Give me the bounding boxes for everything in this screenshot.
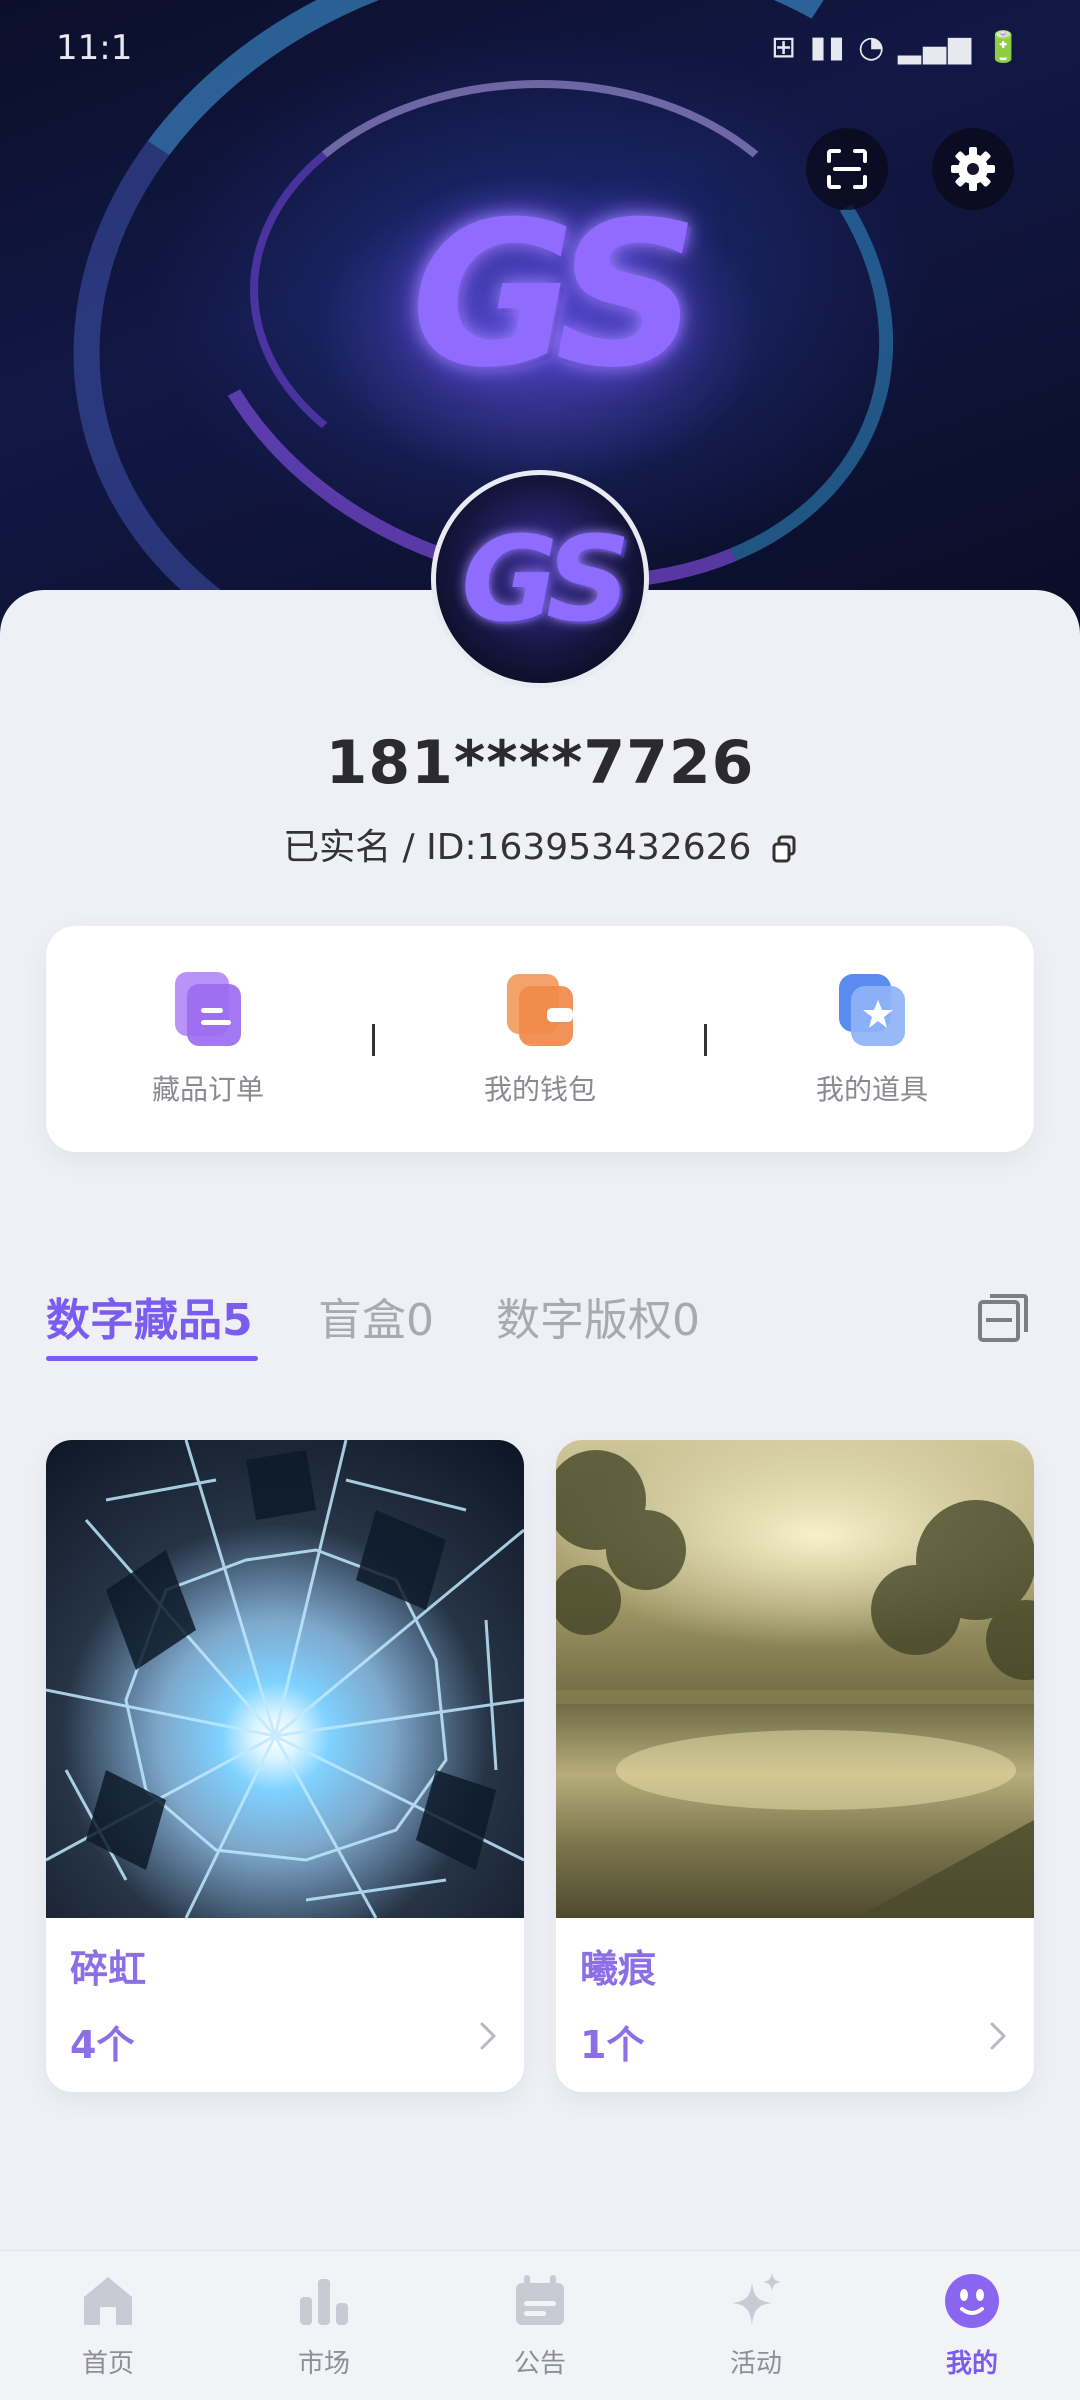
collection-count: 4个 — [70, 2023, 135, 2067]
status-icons: ⊞ ▮▮ ◔ ▂▄▆ 🔋 — [770, 30, 1024, 65]
scan-icon — [827, 149, 867, 189]
nav-notice-label: 公告 — [513, 2349, 566, 2379]
collection-title: 曦痕 — [580, 1947, 657, 1991]
divider — [704, 1024, 707, 1056]
scan-button[interactable] — [806, 128, 888, 210]
divider — [372, 1024, 375, 1056]
props-icon — [835, 970, 909, 1050]
nav-home-label: 首页 — [81, 2349, 134, 2379]
copy-icon[interactable] — [771, 831, 797, 872]
home-icon — [84, 2277, 132, 2325]
nav-profile-label: 我的 — [945, 2349, 998, 2379]
action-props[interactable]: 我的道具 — [722, 970, 1022, 1108]
tab-digital-collections[interactable]: 数字藏品5 — [46, 1284, 253, 1348]
sparkle-icon — [732, 2273, 781, 2325]
settings-button[interactable] — [932, 128, 1014, 210]
layout-toggle-icon — [978, 1294, 1028, 1342]
collection-count: 1个 — [580, 2023, 645, 2067]
view-toggle-button[interactable] — [976, 1290, 1032, 1346]
status-time: 11:1 — [56, 28, 133, 68]
action-wallet-label: 我的钱包 — [483, 1073, 596, 1106]
user-id-text: 已实名 / ID:163953432626 — [283, 827, 752, 868]
avatar-logo: GS — [461, 510, 631, 648]
bottom-nav: 首页 市场 公告 活动 我的 — [0, 2250, 1080, 2400]
collection-title: 碎虹 — [70, 1947, 147, 1991]
avatar[interactable]: GS — [431, 470, 649, 688]
action-props-label: 我的道具 — [815, 1073, 928, 1106]
nav-activity[interactable]: 活动 — [686, 2271, 826, 2380]
collection-card[interactable]: 碎虹 4个 — [46, 1440, 524, 2092]
action-orders[interactable]: 藏品订单 — [58, 970, 358, 1108]
chevron-right-icon — [480, 2022, 496, 2050]
nav-home[interactable]: 首页 — [38, 2271, 178, 2380]
action-wallet[interactable]: 我的钱包 — [390, 970, 690, 1108]
notice-icon — [516, 2275, 564, 2325]
user-id-line: 已实名 / ID:163953432626 — [0, 818, 1080, 872]
order-icon — [171, 970, 245, 1050]
nav-profile[interactable]: 我的 — [902, 2271, 1042, 2380]
market-icon — [300, 2279, 348, 2325]
tab-digital-copyright[interactable]: 数字版权0 — [496, 1284, 700, 1348]
nav-activity-label: 活动 — [729, 2349, 782, 2379]
gear-icon — [951, 147, 995, 191]
nav-market[interactable]: 市场 — [254, 2271, 394, 2380]
action-orders-label: 藏品订单 — [151, 1073, 264, 1106]
gs-logo: GS — [410, 178, 699, 412]
wallet-icon — [503, 970, 577, 1050]
active-tab-indicator — [46, 1356, 258, 1361]
profile-face-icon — [945, 2274, 999, 2328]
collection-card[interactable]: 曦痕 1个 — [556, 1440, 1034, 2092]
chevron-right-icon — [990, 2022, 1006, 2050]
collection-image-misty-lake — [556, 1440, 1034, 1918]
nav-market-label: 市场 — [297, 2349, 350, 2379]
user-phone: 181****7726 — [325, 728, 755, 798]
quick-actions-card: 藏品订单 我的钱包 我的道具 — [46, 926, 1034, 1152]
nav-notice[interactable]: 公告 — [470, 2271, 610, 2380]
tab-blind-box[interactable]: 盲盒0 — [318, 1284, 434, 1348]
collection-image-shattered-glass — [46, 1440, 524, 1918]
status-bar: 11:1 ⊞ ▮▮ ◔ ▂▄▆ 🔋 — [0, 0, 1080, 96]
